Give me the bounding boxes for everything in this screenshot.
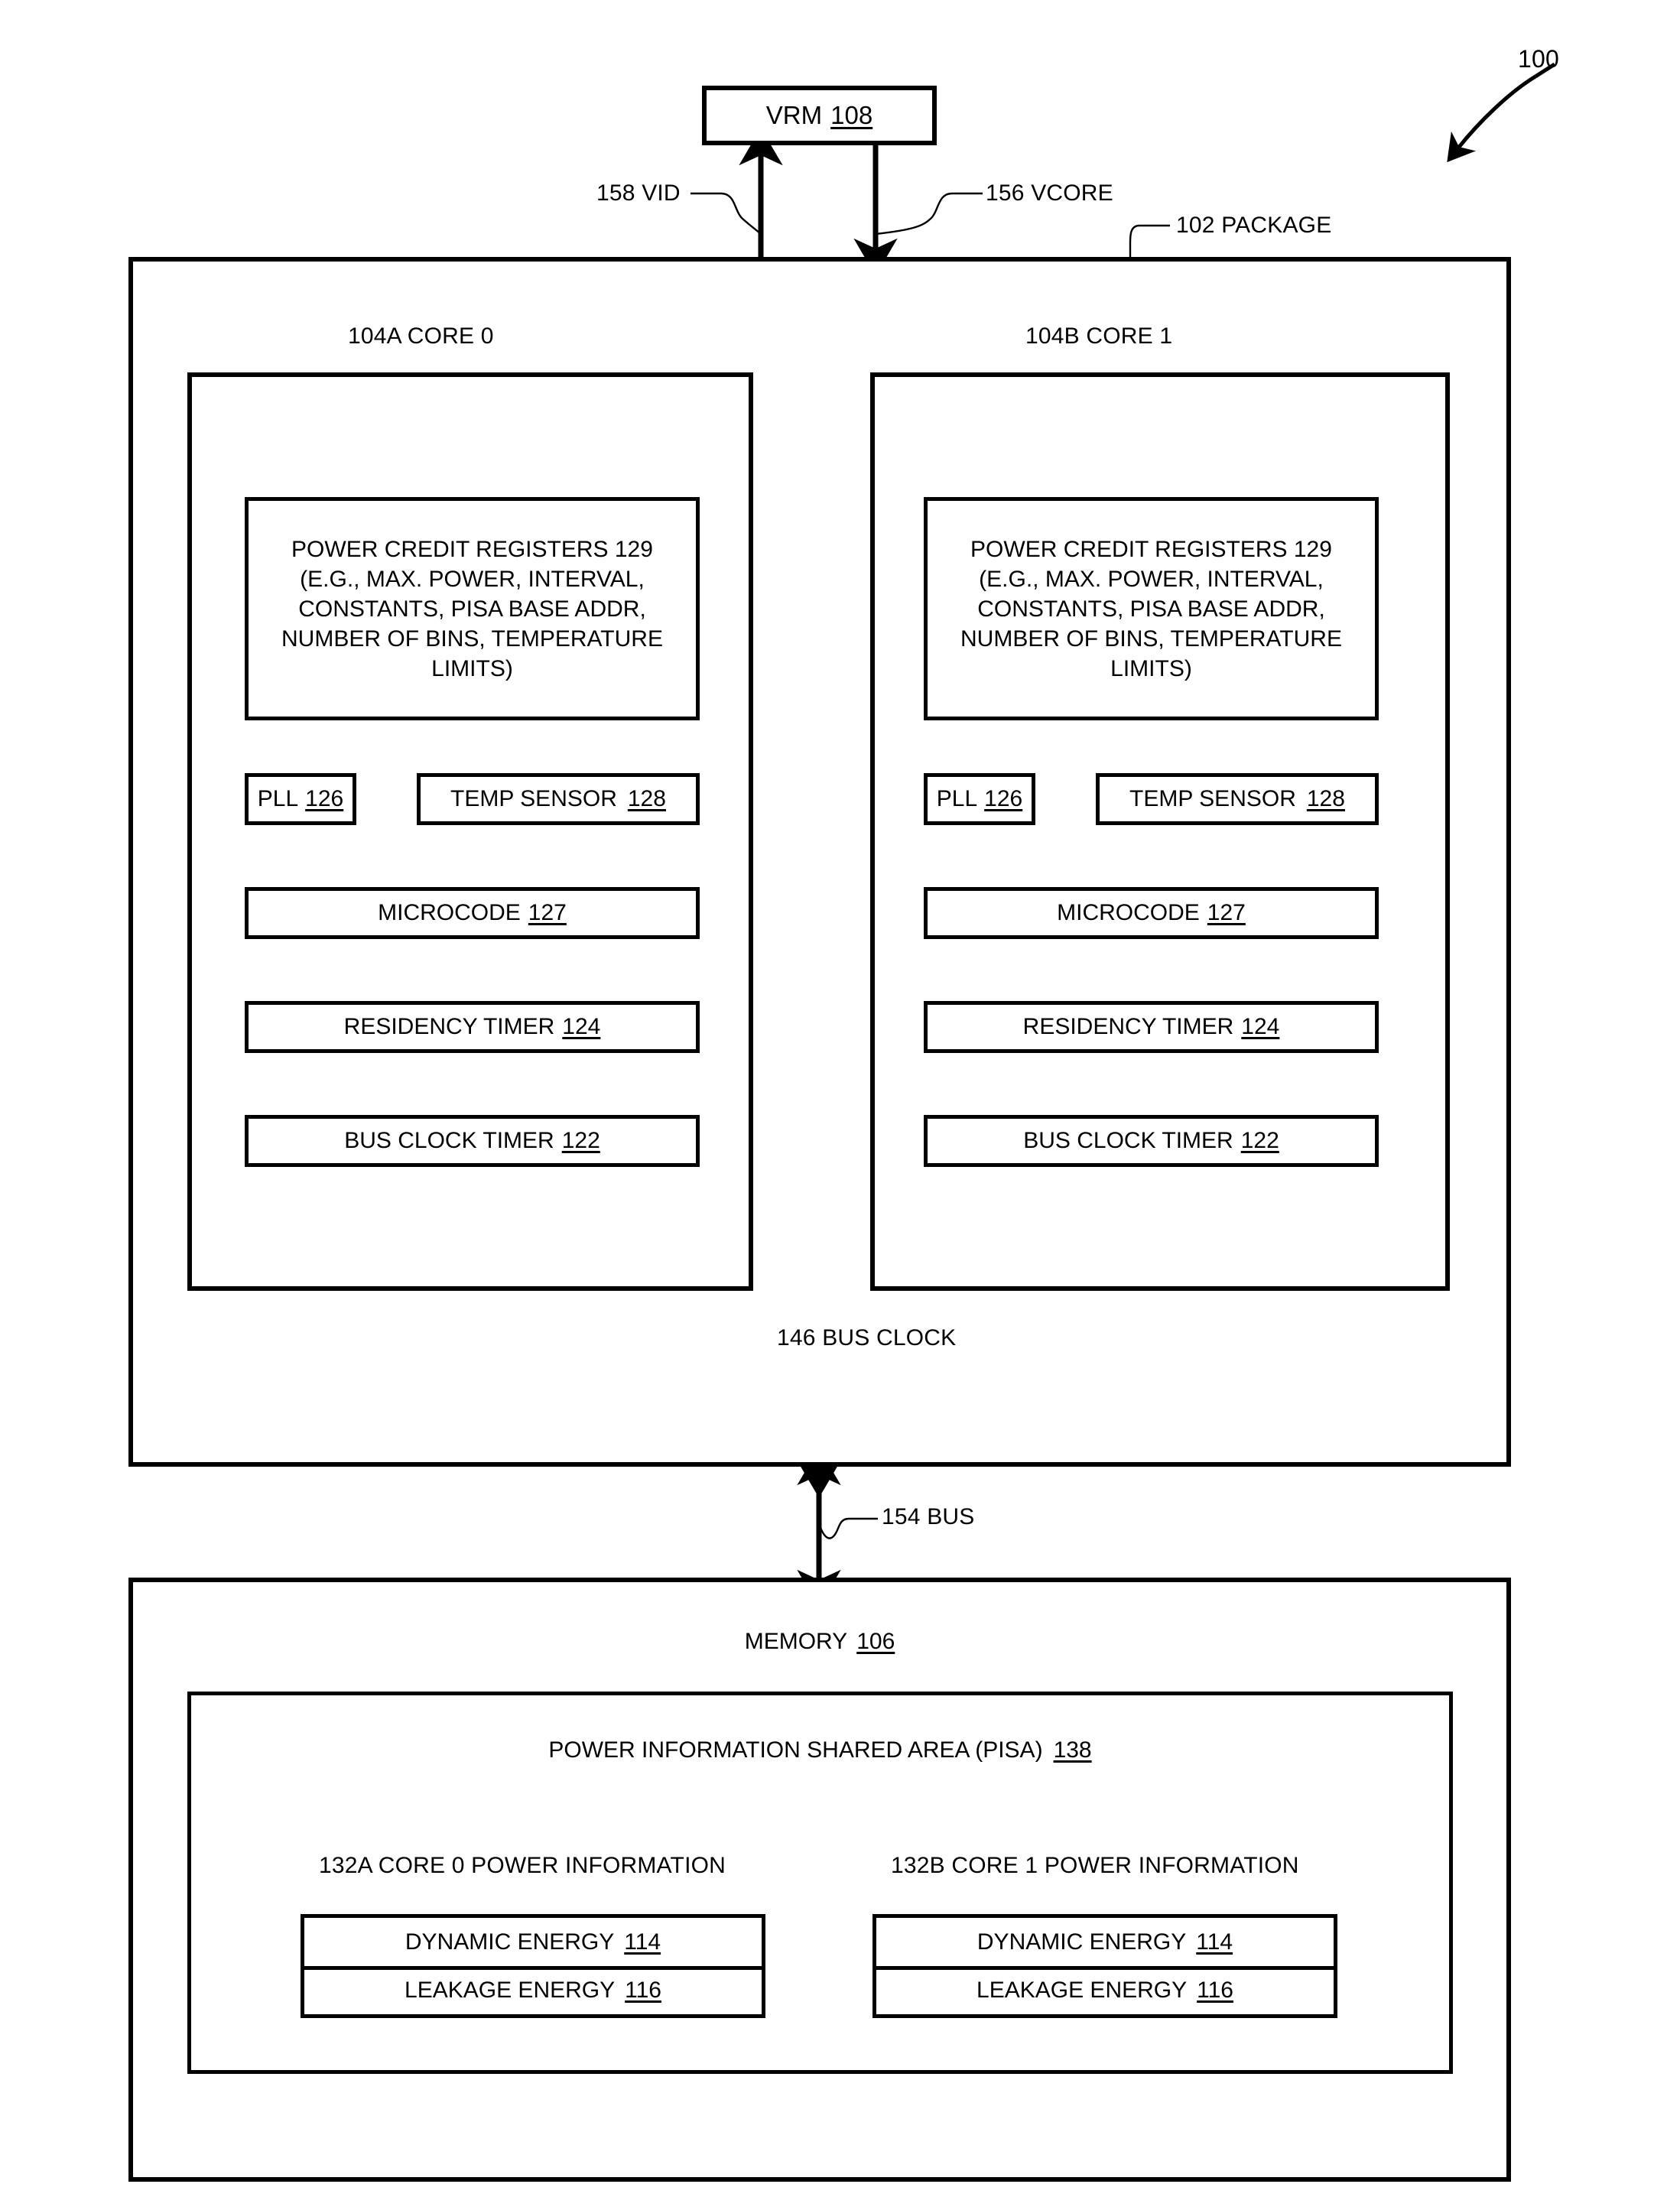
memory-label: MEMORY — [744, 1629, 848, 1655]
core1-residency-timer-label: RESIDENCY TIMER — [1022, 1014, 1234, 1040]
core0-pll-ref: 126 — [305, 786, 344, 812]
vcore-leader — [875, 192, 983, 236]
core0-dynamic-energy-label: DYNAMIC ENERGY — [405, 1929, 615, 1955]
core1-pcr-line-2: CONSTANTS, PISA BASE ADDR, — [977, 596, 1325, 622]
memory-ref: 106 — [856, 1629, 895, 1655]
core1-temp-sensor-ref: 128 — [1306, 786, 1345, 812]
core0-dynamic-energy-text: DYNAMIC ENERGY 114 — [304, 1918, 762, 1966]
core1-dynamic-energy-label: DYNAMIC ENERGY — [976, 1929, 1187, 1955]
core1-pll-box: PLL 126 — [924, 773, 1035, 825]
core0-power-credit-registers-box: POWER CREDIT REGISTERS 129 (E.G., MAX. P… — [245, 497, 700, 720]
core1-power-info-header: 132B CORE 1 POWER INFORMATION — [891, 1853, 1299, 1878]
memory-title: MEMORY 106 — [133, 1623, 1506, 1660]
core1-microcode-text: MICROCODE 127 — [928, 891, 1375, 935]
core1-bus-clock-timer-label: BUS CLOCK TIMER — [1023, 1128, 1233, 1154]
core0-bus-clock-timer-text: BUS CLOCK TIMER 122 — [249, 1119, 696, 1163]
bus-leader — [817, 1517, 878, 1539]
core1-temp-sensor-box: TEMP SENSOR 128 — [1096, 773, 1379, 825]
core0-bus-clock-timer-label: BUS CLOCK TIMER — [344, 1128, 554, 1154]
bus-label: 154 BUS — [882, 1504, 975, 1529]
core1-residency-timer-text: RESIDENCY TIMER 124 — [928, 1005, 1375, 1049]
core0-temp-sensor-text: TEMP SENSOR 128 — [421, 777, 696, 821]
core1-leakage-energy-ref: 116 — [1197, 1977, 1233, 2003]
core1-pll-label: PLL — [936, 786, 978, 812]
pisa-title: POWER INFORMATION SHARED AREA (PISA) 138 — [191, 1732, 1449, 1769]
core0-residency-timer-box: RESIDENCY TIMER 124 — [245, 1001, 700, 1053]
core1-microcode-ref: 127 — [1207, 900, 1246, 926]
core1-bus-clock-timer-box: BUS CLOCK TIMER 122 — [924, 1115, 1379, 1167]
core0-bus-clock-timer-box: BUS CLOCK TIMER 122 — [245, 1115, 700, 1167]
core1-header: 104B CORE 1 — [1025, 323, 1173, 349]
core1-leakage-energy-text: LEAKAGE ENERGY 116 — [876, 1966, 1334, 2014]
bus-clock-label: 146 BUS CLOCK — [777, 1325, 957, 1350]
vrm-box: VRM 108 — [702, 86, 937, 145]
core0-leakage-energy-label: LEAKAGE ENERGY — [405, 1977, 616, 2003]
core0-leakage-energy-ref: 116 — [625, 1977, 661, 2003]
core0-pll-box: PLL 126 — [245, 773, 356, 825]
vid-leader — [691, 192, 762, 235]
core1-bus-clock-timer-ref: 122 — [1240, 1128, 1279, 1154]
core0-power-info-header: 132A CORE 0 POWER INFORMATION — [319, 1853, 726, 1878]
vrm-label-wrap: VRM 108 — [707, 90, 932, 141]
vrm-ref: 108 — [830, 101, 873, 130]
core0-microcode-box: MICROCODE 127 — [245, 887, 700, 939]
core0-bus-clock-timer-ref: 122 — [561, 1128, 600, 1154]
core1-power-info-box: DYNAMIC ENERGY 114 LEAKAGE ENERGY 116 — [872, 1914, 1337, 2018]
core1-bus-clock-timer-text: BUS CLOCK TIMER 122 — [928, 1119, 1375, 1163]
core1-pcr-text: POWER CREDIT REGISTERS 129 (E.G., MAX. P… — [928, 501, 1375, 717]
core0-temp-sensor-label: TEMP SENSOR — [450, 786, 617, 812]
core0-leakage-energy-text: LEAKAGE ENERGY 116 — [304, 1966, 762, 2014]
core1-residency-timer-ref: 124 — [1241, 1014, 1280, 1040]
core1-residency-timer-box: RESIDENCY TIMER 124 — [924, 1001, 1379, 1053]
vrm-label: VRM — [765, 101, 823, 130]
core0-temp-sensor-box: TEMP SENSOR 128 — [417, 773, 700, 825]
core0-dynamic-energy-ref: 114 — [624, 1929, 661, 1955]
core1-pcr-line-1: (E.G., MAX. POWER, INTERVAL, — [979, 566, 1324, 592]
core0-temp-sensor-ref: 128 — [627, 786, 666, 812]
core0-microcode-text: MICROCODE 127 — [249, 891, 696, 935]
core0-pcr-text: POWER CREDIT REGISTERS 129 (E.G., MAX. P… — [249, 501, 696, 717]
core0-pcr-line-3: NUMBER OF BINS, TEMPERATURE — [281, 626, 663, 652]
core1-microcode-label: MICROCODE — [1057, 900, 1200, 926]
core0-pcr-line-0: POWER CREDIT REGISTERS 129 — [291, 536, 653, 562]
core0-microcode-ref: 127 — [528, 900, 567, 926]
core0-header: 104A CORE 0 — [348, 323, 494, 349]
figure-ref-arrow — [1447, 74, 1537, 163]
core0-power-info-box: DYNAMIC ENERGY 114 LEAKAGE ENERGY 116 — [301, 1914, 765, 2018]
core0-pll-label: PLL — [257, 786, 299, 812]
core0-pcr-line-2: CONSTANTS, PISA BASE ADDR, — [298, 596, 646, 622]
core1-temp-sensor-text: TEMP SENSOR 128 — [1100, 777, 1375, 821]
pisa-ref: 138 — [1053, 1737, 1092, 1763]
vid-label: 158 VID — [596, 180, 681, 206]
core1-pcr-line-4: LIMITS) — [1110, 655, 1192, 681]
core1-leakage-energy-label: LEAKAGE ENERGY — [976, 1977, 1188, 2003]
vcore-label: 156 VCORE — [986, 180, 1113, 206]
core0-pll-text: PLL 126 — [249, 777, 353, 821]
package-label: 102 PACKAGE — [1176, 213, 1332, 238]
core1-pll-ref: 126 — [984, 786, 1023, 812]
figure-ref-label: 100 — [1518, 45, 1559, 73]
core1-pcr-line-3: NUMBER OF BINS, TEMPERATURE — [960, 626, 1342, 652]
core1-microcode-box: MICROCODE 127 — [924, 887, 1379, 939]
core1-pll-text: PLL 126 — [928, 777, 1032, 821]
core1-dynamic-energy-ref: 114 — [1196, 1929, 1233, 1955]
core0-residency-timer-label: RESIDENCY TIMER — [343, 1014, 555, 1040]
core0-pcr-line-4: LIMITS) — [431, 655, 513, 681]
core1-dynamic-energy-text: DYNAMIC ENERGY 114 — [876, 1918, 1334, 1966]
core1-power-credit-registers-box: POWER CREDIT REGISTERS 129 (E.G., MAX. P… — [924, 497, 1379, 720]
core0-pcr-line-1: (E.G., MAX. POWER, INTERVAL, — [300, 566, 645, 592]
core0-residency-timer-ref: 124 — [562, 1014, 601, 1040]
core1-temp-sensor-label: TEMP SENSOR — [1129, 786, 1296, 812]
core0-microcode-label: MICROCODE — [378, 900, 521, 926]
core1-pcr-line-0: POWER CREDIT REGISTERS 129 — [970, 536, 1332, 562]
patent-figure-canvas: 100 VRM 108 158 VID 156 VCORE 102 PACKAG… — [0, 0, 1680, 2210]
package-leader — [1129, 224, 1170, 257]
core0-residency-timer-text: RESIDENCY TIMER 124 — [249, 1005, 696, 1049]
pisa-label: POWER INFORMATION SHARED AREA (PISA) — [548, 1737, 1043, 1763]
